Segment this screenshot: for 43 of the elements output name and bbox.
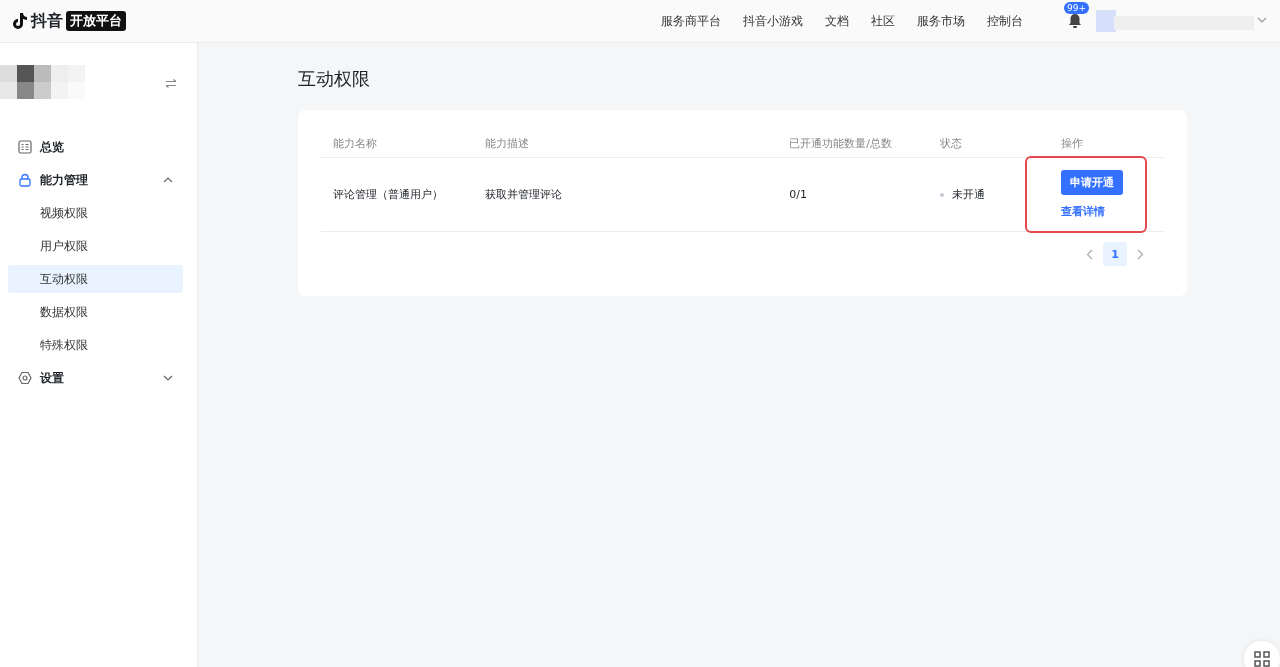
sidebar-subitem[interactable]: 特殊权限 — [8, 331, 183, 359]
column-header: 操作 — [1048, 130, 1164, 158]
page-number[interactable]: 1 — [1103, 242, 1127, 266]
logo-text: 抖音 — [31, 10, 63, 32]
sidebar-item[interactable]: 能力管理 — [8, 166, 183, 194]
logo-badge: 开放平台 — [66, 11, 126, 31]
music-note-icon — [12, 12, 28, 30]
lock-icon — [18, 173, 32, 187]
nav-link[interactable]: 服务商平台 — [650, 13, 732, 29]
list-icon — [18, 140, 32, 154]
sidebar-subitem[interactable]: 视频权限 — [8, 199, 183, 227]
details-link[interactable]: 查看详情 — [1060, 204, 1105, 219]
table-cell: 获取并管理评论 — [472, 157, 778, 232]
status-dot-icon — [940, 192, 945, 197]
chevron-up-icon[interactable] — [163, 177, 173, 183]
swap-icon[interactable] — [165, 78, 177, 88]
settings-icon — [18, 371, 32, 385]
sidebar-item[interactable]: 设置 — [8, 364, 183, 392]
qr-code-button[interactable] — [1244, 641, 1280, 667]
table-cell: 0/1 — [777, 157, 929, 232]
page-title: 互动权限 — [298, 67, 371, 91]
chevron-down-icon[interactable] — [163, 375, 173, 381]
status-text: 未开通 — [952, 187, 986, 202]
sidebar-subitem[interactable]: 互动权限 — [8, 265, 183, 293]
sidebar-subitem[interactable]: 用户权限 — [8, 232, 183, 260]
sidebar-item[interactable]: 总览 — [8, 133, 183, 161]
chevron-left-icon[interactable] — [1086, 248, 1093, 260]
column-header: 已开通功能数量/总数 — [777, 130, 929, 158]
nav-link[interactable]: 服务市场 — [906, 13, 976, 29]
column-header: 状态 — [928, 130, 1049, 158]
nav-link[interactable]: 社区 — [860, 13, 906, 29]
qr-code-icon — [1254, 651, 1270, 667]
bell-icon[interactable] — [1068, 13, 1082, 29]
nav-link[interactable]: 文档 — [814, 13, 860, 29]
sidebar-subitem[interactable]: 数据权限 — [8, 298, 183, 326]
column-header: 能力名称 — [321, 130, 473, 158]
notification-badge: 99+ — [1064, 2, 1089, 14]
apply-button[interactable]: 申请开通 — [1060, 170, 1123, 195]
nav-link[interactable]: 抖音小游戏 — [732, 13, 814, 29]
column-header: 能力描述 — [472, 130, 778, 158]
nav-link[interactable]: 控制台 — [976, 13, 1034, 29]
table-cell: 评论管理（普通用户） — [321, 157, 473, 232]
chevron-right-icon[interactable] — [1137, 248, 1144, 260]
